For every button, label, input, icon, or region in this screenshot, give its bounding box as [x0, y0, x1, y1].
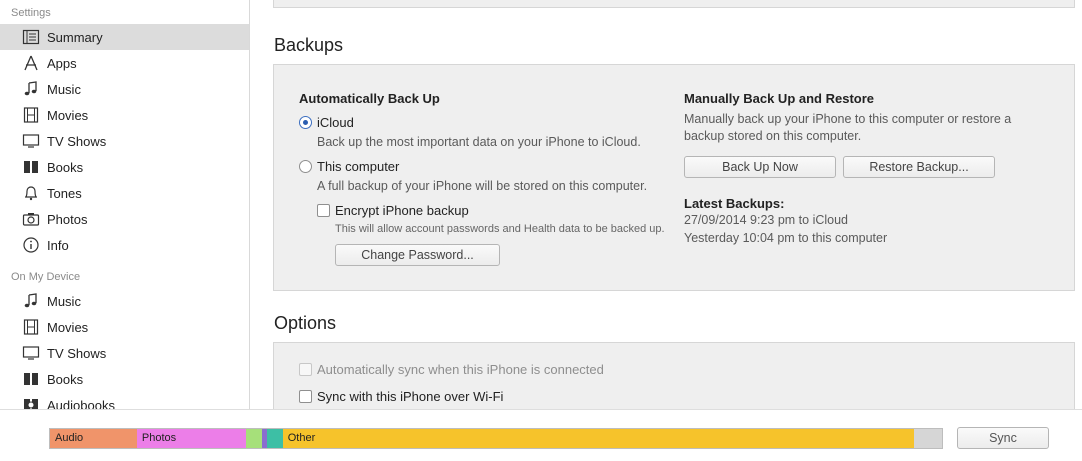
back-up-now-button[interactable]: Back Up Now: [684, 156, 836, 178]
main-content: Backups Automatically Back Up iCloud Bac…: [250, 0, 1082, 409]
icloud-label: iCloud: [317, 115, 354, 130]
bell-icon: [22, 184, 40, 202]
this-computer-label: This computer: [317, 159, 400, 174]
sidebar-item-books[interactable]: Books: [0, 154, 249, 180]
encrypt-backup-row[interactable]: Encrypt iPhone backup: [317, 203, 469, 218]
film-icon: [22, 106, 40, 124]
summary-icon: [22, 28, 40, 46]
capacity-segment: [245, 429, 262, 448]
sidebar-item-info[interactable]: Info: [0, 232, 249, 258]
sidebar-item-label: Movies: [47, 107, 89, 123]
latest-backup-icloud: 27/09/2014 9:23 pm to iCloud: [684, 213, 849, 227]
on-my-device-heading: On My Device: [11, 271, 81, 283]
sidebar-item-device-books[interactable]: Books: [0, 366, 249, 392]
book-icon: [22, 370, 40, 388]
this-computer-description: A full backup of your iPhone will be sto…: [317, 179, 648, 193]
music-note-icon: [22, 292, 40, 310]
this-computer-radio-row[interactable]: This computer: [299, 159, 399, 174]
info-icon: [22, 236, 40, 254]
capacity-segment: [266, 429, 283, 448]
capacity-segment: [914, 429, 942, 448]
restore-backup-button[interactable]: Restore Backup...: [843, 156, 995, 178]
sidebar-item-label: TV Shows: [47, 133, 107, 149]
encrypt-backup-checkbox[interactable]: [317, 204, 330, 217]
bottom-bar: Audio Photos Other Sync: [0, 409, 1082, 461]
manual-description-line2: backup stored on this computer.: [684, 129, 862, 143]
sidebar-item-photos[interactable]: Photos: [0, 206, 249, 232]
sidebar-item-movies[interactable]: Movies: [0, 102, 249, 128]
options-panel: Automatically sync when this iPhone is c…: [273, 342, 1075, 409]
sidebar-item-label: Books: [47, 371, 84, 387]
sidebar-item-label: TV Shows: [47, 345, 107, 361]
auto-backup-heading: Automatically Back Up: [299, 91, 440, 106]
change-password-button[interactable]: Change Password...: [335, 244, 500, 266]
sidebar-item-apps[interactable]: Apps: [0, 50, 249, 76]
auto-sync-checkbox[interactable]: [299, 363, 312, 376]
options-title: Options: [274, 313, 337, 333]
capacity-segment-photos: Photos: [136, 429, 246, 448]
sidebar-item-label: Info: [47, 237, 69, 253]
sidebar-item-label: Movies: [47, 319, 89, 335]
latest-backups-heading: Latest Backups:: [684, 196, 785, 211]
this-computer-radio[interactable]: [299, 160, 312, 173]
manual-description-line1: Manually back up your iPhone to this com…: [684, 112, 1012, 126]
capacity-segment-other: Other: [282, 429, 915, 448]
capacity-segment-audio: Audio: [50, 429, 137, 448]
music-note-icon: [22, 80, 40, 98]
icloud-description: Back up the most important data on your …: [317, 135, 641, 149]
latest-backup-computer: Yesterday 10:04 pm to this computer: [684, 231, 888, 245]
audiobook-icon: [22, 396, 40, 409]
sync-button[interactable]: Sync: [957, 427, 1049, 449]
apps-icon: [22, 54, 40, 72]
sidebar-item-label: Summary: [47, 29, 103, 45]
tv-icon: [22, 344, 40, 362]
sidebar-item-label: Photos: [47, 211, 88, 227]
encrypt-description: This will allow account passwords and He…: [335, 223, 665, 235]
book-icon: [22, 158, 40, 176]
wifi-sync-label: Sync with this iPhone over Wi-Fi: [317, 389, 504, 404]
sidebar-item-label: Music: [47, 81, 81, 97]
sidebar-item-device-music[interactable]: Music: [0, 288, 249, 314]
sidebar-item-tones[interactable]: Tones: [0, 180, 249, 206]
auto-sync-label: Automatically sync when this iPhone is c…: [317, 362, 604, 377]
sidebar-item-summary[interactable]: Summary: [0, 24, 249, 50]
sidebar-item-device-audiobooks[interactable]: Audiobooks: [0, 392, 249, 409]
encrypt-backup-label: Encrypt iPhone backup: [335, 203, 469, 218]
wifi-sync-checkbox[interactable]: [299, 390, 312, 403]
sidebar-item-device-tv-shows[interactable]: TV Shows: [0, 340, 249, 366]
sidebar-item-device-movies[interactable]: Movies: [0, 314, 249, 340]
sidebar: Settings Summary Apps Music Movies TV Sh…: [0, 0, 250, 409]
icloud-radio-row[interactable]: iCloud: [299, 115, 354, 130]
film-icon: [22, 318, 40, 336]
backups-panel: Automatically Back Up iCloud Back up the…: [273, 64, 1075, 291]
sidebar-item-label: Music: [47, 293, 81, 309]
manual-backup-heading: Manually Back Up and Restore: [684, 91, 874, 106]
tv-icon: [22, 132, 40, 150]
capacity-bar: Audio Photos Other: [49, 428, 943, 449]
icloud-radio[interactable]: [299, 116, 312, 129]
top-panel-edge: [273, 0, 1075, 8]
camera-icon: [22, 210, 40, 228]
wifi-sync-row[interactable]: Sync with this iPhone over Wi-Fi: [299, 389, 503, 404]
sidebar-item-label: Books: [47, 159, 84, 175]
backups-title: Backups: [274, 35, 344, 55]
sidebar-item-label: Tones: [47, 185, 82, 201]
sidebar-item-label: Apps: [47, 55, 77, 71]
sidebar-item-tv-shows[interactable]: TV Shows: [0, 128, 249, 154]
auto-sync-row[interactable]: Automatically sync when this iPhone is c…: [299, 362, 604, 377]
sidebar-item-label: Audiobooks: [47, 397, 115, 410]
sidebar-item-music[interactable]: Music: [0, 76, 249, 102]
settings-heading: Settings: [11, 7, 51, 19]
